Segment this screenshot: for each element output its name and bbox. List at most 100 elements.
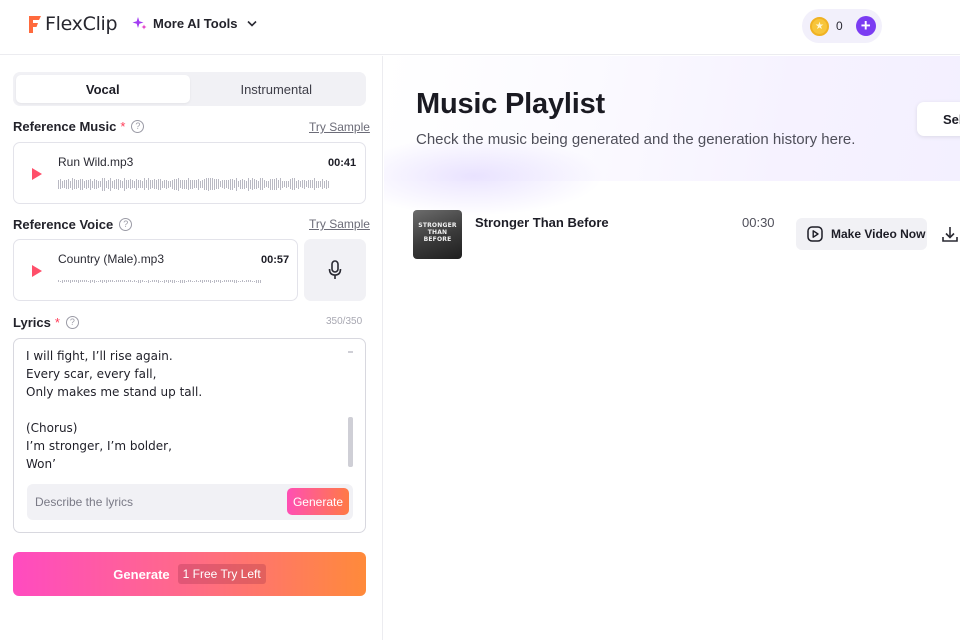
waveform-bar — [276, 178, 277, 190]
record-voice-button[interactable] — [304, 239, 366, 301]
waveform-bar — [328, 180, 329, 188]
waveform-bar — [74, 179, 75, 189]
waveform-bar — [96, 179, 97, 189]
download-icon[interactable] — [941, 225, 959, 243]
try-sample-voice-link[interactable]: Try Sample — [309, 217, 370, 231]
lyrics-scrollbar[interactable] — [348, 351, 353, 469]
waveform-bar — [236, 279, 237, 283]
play-icon[interactable] — [31, 167, 43, 181]
waveform-bar — [124, 177, 125, 191]
generate-music-button[interactable]: Generate 1 Free Try Left — [13, 552, 366, 596]
waveform-bar — [272, 178, 273, 190]
music-waveform[interactable] — [58, 177, 330, 191]
lyrics-line: Only makes me stand up tall. — [26, 385, 203, 399]
make-video-now-button[interactable]: Make Video Now — [796, 218, 927, 250]
help-icon[interactable]: ? — [119, 218, 133, 231]
waveform-bar — [152, 180, 153, 188]
waveform-bar — [198, 280, 199, 282]
waveform-bar — [68, 280, 69, 282]
waveform-bar — [196, 180, 197, 188]
generate-label: Generate — [113, 566, 170, 582]
waveform-bar — [182, 179, 183, 189]
waveform-bar — [168, 279, 169, 283]
waveform-bar — [214, 279, 215, 283]
add-credits-button[interactable]: + — [855, 16, 876, 36]
lyrics-editor[interactable]: I will fight, I’ll rise again. Every sca… — [13, 338, 366, 533]
waveform-bar — [240, 280, 241, 282]
waveform-bar — [192, 179, 193, 189]
waveform-bar — [252, 178, 253, 190]
track-thumbnail[interactable]: STRONGER THAN BEFORE — [413, 210, 462, 259]
waveform-bar — [80, 280, 81, 282]
waveform-bar — [248, 177, 249, 191]
voice-waveform[interactable] — [58, 278, 263, 284]
waveform-bar — [302, 180, 303, 188]
play-icon[interactable] — [31, 264, 43, 278]
waveform-bar — [224, 280, 225, 282]
waveform-bar — [144, 178, 145, 190]
playlist-header: Music Playlist Check the music being gen… — [384, 56, 960, 216]
waveform-bar — [84, 180, 85, 188]
waveform-bar — [110, 177, 111, 191]
waveform-bar — [114, 280, 115, 282]
more-ai-tools-menu[interactable]: More AI Tools — [132, 16, 257, 31]
playlist-panel: Music Playlist Check the music being gen… — [384, 56, 960, 640]
make-video-label: Make Video Now — [831, 227, 926, 241]
waveform-bar — [92, 280, 93, 282]
waveform-bar — [250, 179, 251, 189]
waveform-bar — [208, 280, 209, 282]
describe-lyrics-input[interactable] — [35, 492, 275, 512]
waveform-bar — [96, 280, 97, 282]
waveform-bar — [226, 180, 227, 188]
waveform-bar — [88, 180, 89, 188]
waveform-bar — [80, 178, 81, 190]
waveform-bar — [306, 181, 307, 187]
track-duration: 00:30 — [742, 215, 775, 230]
waveform-bar — [140, 180, 141, 188]
waveform-bar — [240, 179, 241, 189]
reference-voice-card[interactable]: Country (Male).mp3 00:57 — [13, 239, 298, 301]
waveform-bar — [258, 279, 259, 283]
waveform-bar — [178, 280, 179, 282]
help-icon[interactable]: ? — [131, 120, 145, 133]
waveform-bar — [196, 280, 197, 282]
waveform-bar — [300, 181, 301, 187]
waveform-bar — [280, 178, 281, 190]
generate-lyrics-button[interactable]: Generate — [287, 488, 349, 515]
describe-lyrics-bar: Generate — [27, 484, 353, 520]
try-sample-music-link[interactable]: Try Sample — [309, 120, 370, 134]
waveform-bar — [252, 280, 253, 282]
waveform-bar — [228, 179, 229, 189]
waveform-bar — [242, 280, 243, 282]
lyrics-textarea[interactable]: I will fight, I’ll rise again. Every sca… — [26, 347, 346, 477]
waveform-bar — [112, 280, 113, 282]
reference-music-card[interactable]: Run Wild.mp3 00:41 — [13, 142, 366, 204]
waveform-bar — [126, 280, 127, 282]
waveform-bar — [82, 280, 83, 282]
waveform-bar — [168, 180, 169, 188]
sparkle-icon — [132, 16, 147, 31]
waveform-bar — [116, 280, 117, 282]
scrollbar-thumb[interactable] — [348, 417, 353, 467]
waveform-bar — [150, 280, 151, 282]
waveform-bar — [210, 279, 211, 283]
waveform-bar — [98, 180, 99, 188]
waveform-bar — [70, 279, 71, 283]
tab-vocal[interactable]: Vocal — [16, 75, 190, 103]
tab-instrumental[interactable]: Instrumental — [190, 75, 364, 103]
select-button[interactable]: Sel — [917, 102, 960, 136]
waveform-bar — [156, 179, 157, 189]
waveform-bar — [86, 280, 87, 282]
playlist-track-row[interactable]: STRONGER THAN BEFORE Stronger Than Befor… — [384, 206, 960, 264]
waveform-bar — [232, 178, 233, 190]
waveform-bar — [152, 280, 153, 282]
waveform-bar — [90, 178, 91, 190]
flexclip-logo[interactable]: FlexClip — [27, 11, 118, 37]
waveform-bar — [146, 180, 147, 188]
coin-icon: ★ — [810, 16, 829, 36]
credits-pill: ★ 0 + — [802, 9, 882, 43]
help-icon[interactable]: ? — [65, 316, 79, 329]
microphone-icon — [328, 260, 342, 279]
free-try-badge: 1 Free Try Left — [177, 564, 266, 584]
lyrics-label: Lyrics — [13, 315, 51, 330]
